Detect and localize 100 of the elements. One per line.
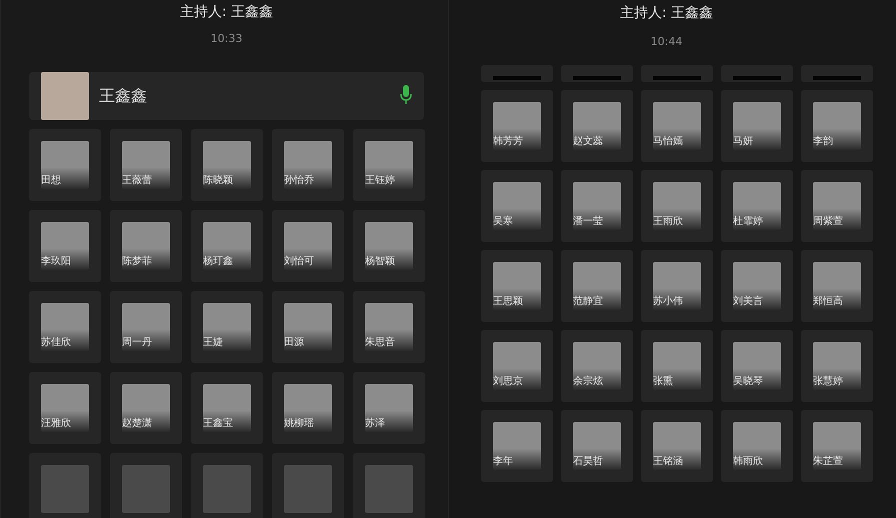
participant-tile[interactable]: 王铭涵 [641, 410, 713, 482]
participant-tile[interactable]: 郑恒高 [801, 250, 873, 322]
photo-placeholder [122, 465, 170, 513]
participant-tile[interactable]: 苏小伟 [641, 250, 713, 322]
participant-tile[interactable]: 田想 [29, 129, 101, 201]
microphone-icon[interactable] [400, 85, 412, 105]
participant-name: 苏泽 [365, 417, 385, 430]
participant-tile[interactable]: 姚柳瑶 [272, 372, 344, 444]
participant-tile[interactable]: 张熏 [641, 330, 713, 402]
participant-tile[interactable]: 田源 [272, 291, 344, 363]
participant-name: 王婕 [203, 336, 223, 349]
participant-tile[interactable] [29, 453, 101, 518]
participant-tile[interactable]: 潘一莹 [561, 170, 633, 242]
participant-name: 刘思京 [493, 375, 523, 388]
participant-tile[interactable]: 朱芷萱 [801, 410, 873, 482]
participant-tile[interactable]: 王思颖 [481, 250, 553, 322]
participant-tile[interactable]: 刘思京 [481, 330, 553, 402]
participant-tile[interactable]: 苏泽 [353, 372, 425, 444]
participant-tile[interactable]: 范静宜 [561, 250, 633, 322]
participant-name: 郑恒高 [813, 295, 843, 308]
participant-name: 杨智颖 [365, 255, 395, 268]
participant-tile[interactable]: 苏佳欣 [29, 291, 101, 363]
photo-placeholder [493, 76, 541, 80]
photo-placeholder [203, 303, 251, 351]
photo-placeholder [284, 465, 332, 513]
participant-tile[interactable]: 张慧婷 [801, 330, 873, 402]
participant-tile[interactable]: 杨玎鑫 [191, 210, 263, 282]
photo-placeholder [41, 141, 89, 189]
participant-name: 周一丹 [122, 336, 152, 349]
photo-placeholder [203, 222, 251, 270]
participant-tile[interactable]: 王鑫宝 [191, 372, 263, 444]
photo-placeholder [813, 262, 861, 310]
participant-name: 石昊哲 [573, 455, 603, 468]
photo-placeholder [733, 262, 781, 310]
photo-placeholder [122, 303, 170, 351]
photo-placeholder [203, 384, 251, 432]
participant-tile[interactable]: 李韵 [801, 90, 873, 162]
photo-placeholder [203, 141, 251, 189]
participant-tile[interactable] [110, 453, 182, 518]
participant-tile[interactable] [561, 65, 633, 82]
photo-placeholder [653, 342, 701, 390]
participant-name: 赵文蕊 [573, 135, 603, 148]
participant-tile[interactable] [641, 65, 713, 82]
participant-tile[interactable]: 李玖阳 [29, 210, 101, 282]
participant-tile[interactable]: 陈梦菲 [110, 210, 182, 282]
participant-tile[interactable]: 王薇蕾 [110, 129, 182, 201]
participant-tile[interactable]: 孙怡乔 [272, 129, 344, 201]
participant-tile[interactable]: 马怡嫣 [641, 90, 713, 162]
participant-name: 韩雨欣 [733, 455, 763, 468]
participant-tile[interactable]: 刘美言 [721, 250, 793, 322]
participant-tile[interactable]: 周紫萱 [801, 170, 873, 242]
participant-tile[interactable]: 余宗炫 [561, 330, 633, 402]
participant-name: 朱芷萱 [813, 455, 843, 468]
participant-name: 王思颖 [493, 295, 523, 308]
participant-tile[interactable]: 吴寒 [481, 170, 553, 242]
participant-name: 范静宜 [573, 295, 603, 308]
participant-tile[interactable]: 韩雨欣 [721, 410, 793, 482]
photo-placeholder [493, 102, 541, 150]
participant-tile[interactable]: 杨智颖 [353, 210, 425, 282]
participant-tile[interactable]: 石昊哲 [561, 410, 633, 482]
participant-tile[interactable]: 赵文蕊 [561, 90, 633, 162]
photo-placeholder [284, 141, 332, 189]
participant-tile[interactable]: 王婕 [191, 291, 263, 363]
participant-name: 刘美言 [733, 295, 763, 308]
photo-placeholder [41, 465, 89, 513]
participant-tile[interactable]: 汪雅欣 [29, 372, 101, 444]
participant-name: 杨玎鑫 [203, 255, 233, 268]
participant-tile[interactable]: 周一丹 [110, 291, 182, 363]
photo-placeholder [813, 76, 861, 80]
participant-tile[interactable]: 马妍 [721, 90, 793, 162]
photo-placeholder [365, 303, 413, 351]
participant-tile[interactable]: 李年 [481, 410, 553, 482]
photo-placeholder [365, 465, 413, 513]
photo-placeholder [733, 102, 781, 150]
participant-tile[interactable]: 王雨欣 [641, 170, 713, 242]
participant-tile[interactable]: 吴晓琴 [721, 330, 793, 402]
participant-tile[interactable] [801, 65, 873, 82]
participant-name: 王钰婷 [365, 174, 395, 187]
meeting-time: 10:33 [210, 32, 244, 46]
participant-name: 李年 [493, 455, 513, 468]
participant-tile[interactable] [353, 453, 425, 518]
participant-name: 潘一莹 [573, 215, 603, 228]
photo-placeholder [573, 422, 621, 470]
participant-tile[interactable]: 刘怡可 [272, 210, 344, 282]
photo-placeholder [653, 182, 701, 230]
participant-tile[interactable] [191, 453, 263, 518]
photo-placeholder [365, 141, 413, 189]
participant-tile[interactable]: 赵楚潇 [110, 372, 182, 444]
participant-tile[interactable] [272, 453, 344, 518]
participant-tile[interactable] [721, 65, 793, 82]
participant-name: 苏小伟 [653, 295, 683, 308]
participant-tile[interactable]: 杜霏婷 [721, 170, 793, 242]
participant-tile[interactable]: 韩芳芳 [481, 90, 553, 162]
participant-tile[interactable]: 陈晓颖 [191, 129, 263, 201]
participant-name: 王鑫宝 [203, 417, 233, 430]
participant-name: 王薇蕾 [122, 174, 152, 187]
participant-tile[interactable] [481, 65, 553, 82]
participant-tile[interactable]: 朱思音 [353, 291, 425, 363]
participant-tile[interactable]: 王钰婷 [353, 129, 425, 201]
meeting-time: 10:44 [650, 35, 684, 49]
